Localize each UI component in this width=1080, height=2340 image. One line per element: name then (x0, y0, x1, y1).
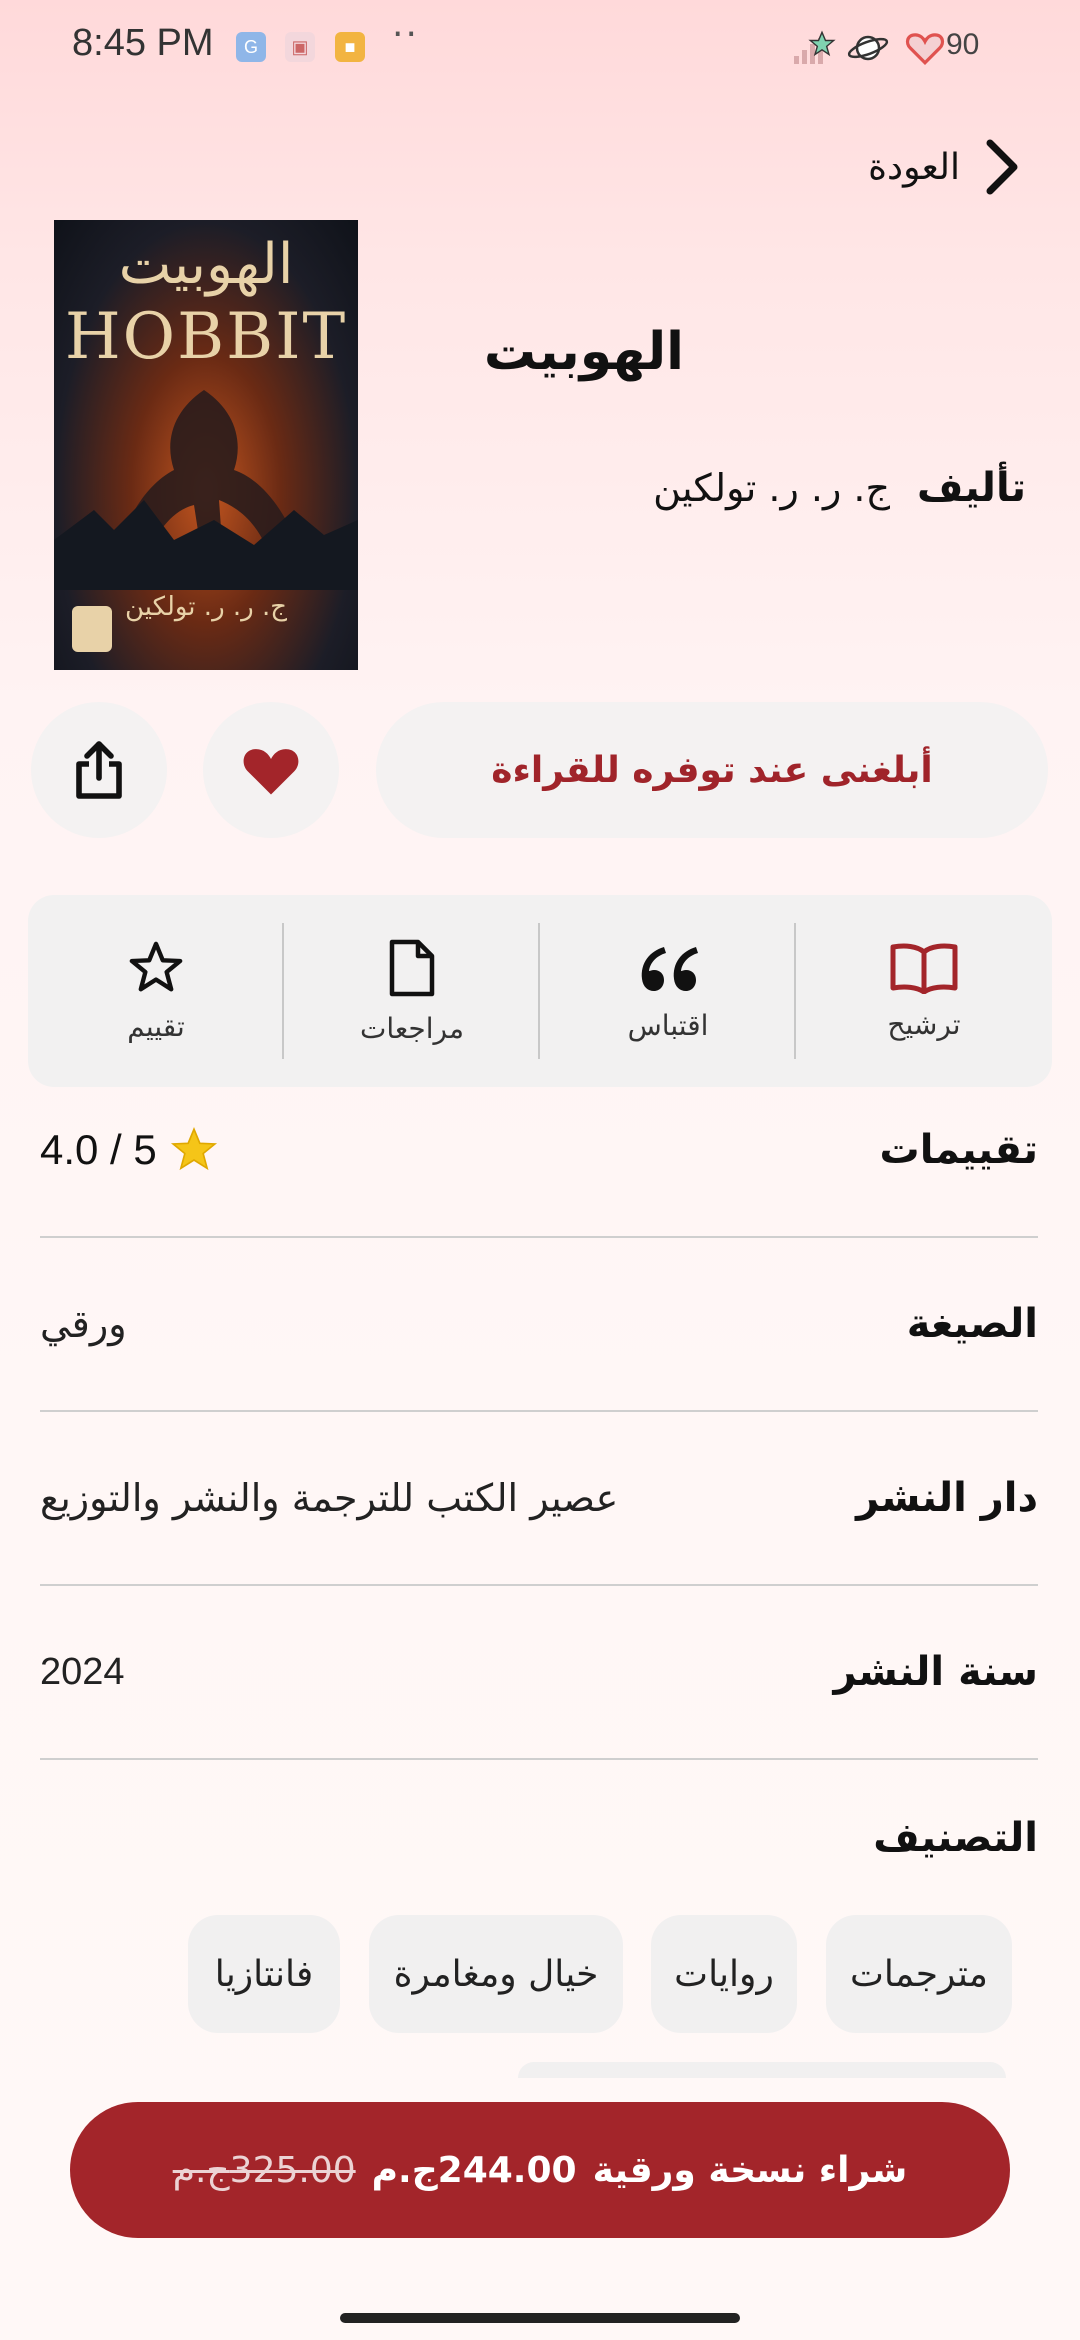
rating-row: تقييمات 4.0 / 5 (40, 1064, 1038, 1238)
buy-label: شراء نسخة ورقية (592, 2149, 908, 2191)
app-icon-orange: ■ (335, 32, 365, 62)
back-label: العودة (868, 146, 960, 188)
home-indicator[interactable] (340, 2313, 740, 2323)
buy-paper-copy-button[interactable]: شراء نسخة ورقية 244.00ج.م 325.00ج.م (70, 2102, 1010, 2238)
current-price: 244.00ج.م (371, 2149, 577, 2191)
format-row: الصيغة ورقي (40, 1238, 1038, 1412)
classification-title: التصنيف (873, 1815, 1038, 1861)
publisher-value[interactable]: عصير الكتب للترجمة والنشر والتوزيع (40, 1476, 618, 1520)
quote-label: اقتباس (627, 1008, 709, 1042)
rating-label: تقييمات (879, 1127, 1039, 1173)
star-filled-icon (170, 1126, 217, 1171)
format-label: الصيغة (906, 1301, 1038, 1347)
back-button[interactable]: العودة (840, 135, 1020, 199)
star-badge-icon (808, 30, 836, 57)
author-name[interactable]: ج. ر. ر. تولكين (653, 466, 890, 510)
open-book-icon (890, 943, 958, 994)
quote-icon (641, 946, 698, 991)
share-icon (76, 741, 122, 799)
app-icon-pink: ▣ (285, 32, 315, 62)
recommend-label: ترشيح (887, 1007, 961, 1041)
publisher-row: دار النشر عصير الكتب للترجمة والنشر والت… (40, 1412, 1038, 1586)
reviews-label: مراجعات (360, 1011, 464, 1045)
rate-action[interactable]: تقييم (28, 895, 284, 1087)
publisher-label: دار النشر (856, 1475, 1038, 1521)
battery-level: 90 (946, 28, 980, 61)
star-outline-icon (129, 941, 183, 991)
rating-value-group: 4.0 / 5 (40, 1126, 219, 1174)
format-value: ورقي (40, 1302, 127, 1346)
dragon-illustration (54, 390, 358, 590)
rating-value: 4.0 / 5 (40, 1126, 157, 1173)
publisher-logo (72, 606, 112, 652)
heart-battery-icon (905, 33, 945, 66)
book-title: الهوبيت (483, 322, 684, 382)
chevron-right-icon (986, 139, 1018, 195)
tag-chip[interactable]: خيال ومغامرة (369, 1915, 623, 2033)
book-cover[interactable]: الهوبيت HOBBIT ج. ر. ر. تولكين (54, 220, 358, 670)
cover-title-en: HOBBIT (64, 300, 348, 374)
old-price: 325.00ج.م (172, 2149, 356, 2191)
quote-action[interactable]: اقتباس (540, 895, 796, 1087)
recommend-action[interactable]: ترشيح (796, 895, 1052, 1087)
actions-card: ترشيح اقتباس مراجعات تقييم (28, 895, 1052, 1087)
status-time: 8:45 PM (72, 22, 214, 64)
heart-icon (243, 749, 299, 795)
favorite-button[interactable] (203, 702, 339, 838)
tag-chip[interactable]: مترجمات (826, 1915, 1012, 2033)
rate-label: تقييم (127, 1009, 185, 1043)
planet-icon (847, 35, 889, 61)
document-icon (389, 939, 435, 996)
reviews-action[interactable]: مراجعات (284, 895, 540, 1087)
more-dots-icon: ·· (392, 14, 419, 55)
tag-chip[interactable]: روايات (651, 1915, 797, 2033)
year-label: سنة النشر (833, 1649, 1039, 1695)
app-icon-blue: G (236, 32, 266, 62)
tag-chip[interactable]: فانتازيا (188, 1915, 340, 2033)
author-label: تأليف (916, 465, 1026, 511)
notify-when-available-button[interactable]: أبلغنى عند توفره للقراءة (376, 702, 1048, 838)
tag-chip-peek (518, 2062, 1006, 2078)
share-button[interactable] (31, 702, 167, 838)
year-row: سنة النشر 2024 (40, 1586, 1038, 1760)
cover-title-ar: الهوبيت (118, 232, 294, 297)
year-value: 2024 (40, 1650, 125, 1693)
